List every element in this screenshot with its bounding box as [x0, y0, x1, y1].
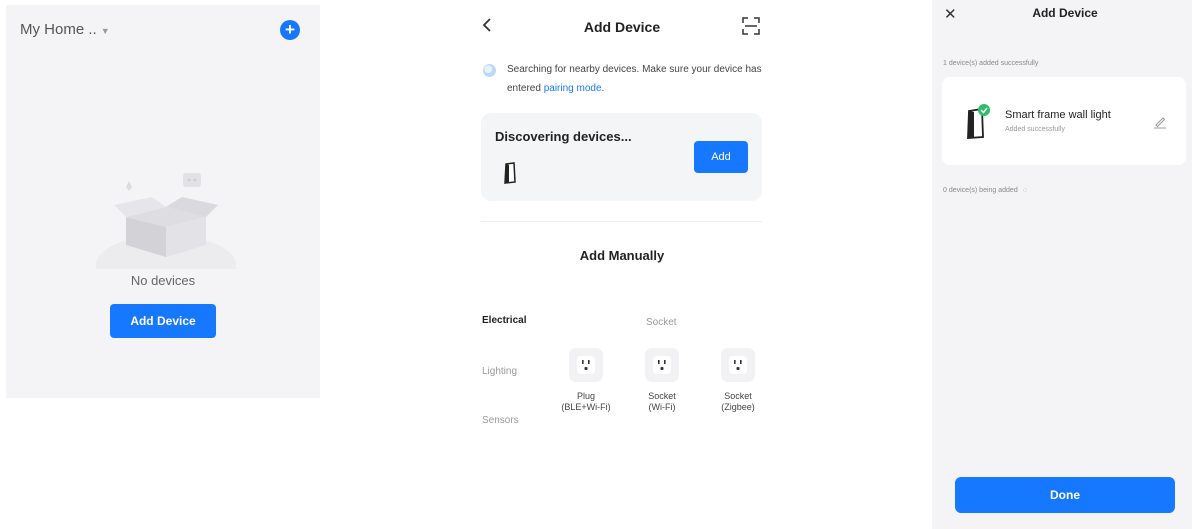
add-plus-button[interactable]: + — [280, 20, 300, 40]
scan-icon[interactable] — [742, 17, 760, 35]
done-button[interactable]: Done — [955, 477, 1175, 513]
socket-icon — [721, 348, 755, 382]
device-tile-socket-wifi[interactable]: Socket (Wi-Fi) — [632, 348, 692, 413]
device-tile-socket-zigbee[interactable]: Socket (Zigbee) — [708, 348, 768, 413]
category-electrical[interactable]: Electrical — [482, 315, 526, 326]
searching-suffix: . — [601, 83, 605, 94]
home-screen: My Home .. ▼ + No devices Add Device — [6, 5, 320, 398]
device-tile-plug[interactable]: Plug (BLE+Wi-Fi) — [556, 348, 616, 413]
added-device-card[interactable]: Smart frame wall light Added successfull… — [942, 77, 1186, 165]
socket-icon — [645, 348, 679, 382]
home-title: My Home .. — [20, 21, 97, 38]
adding-count-row: 0 device(s) being added ⁘ — [943, 186, 1028, 195]
divider — [481, 221, 762, 222]
caret-down-icon: ▼ — [100, 25, 110, 36]
device-tile-name: Socket — [724, 391, 752, 401]
device-status: Added successfully — [1005, 126, 1065, 133]
add-manually-title: Add Manually — [579, 248, 665, 263]
device-tile-sub: (Zigbee) — [721, 402, 755, 412]
page-title: Add Device — [583, 19, 661, 35]
adding-count-label: 0 device(s) being added — [943, 187, 1018, 194]
add-device-screen: Add Device Searching for nearby devices.… — [472, 0, 772, 529]
device-name: Smart frame wall light — [1005, 109, 1111, 121]
add-device-button[interactable]: Add Device — [110, 304, 216, 338]
add-result-screen: ✕ Add Device 1 device(s) added successfu… — [932, 0, 1192, 529]
searching-message: Searching for nearby devices. Make sure … — [507, 60, 762, 98]
discovering-card: Discovering devices... Add — [481, 113, 762, 201]
device-tile-sub: (BLE+Wi-Fi) — [561, 402, 611, 412]
pairing-mode-link[interactable]: pairing mode — [544, 83, 602, 94]
searching-indicator-icon — [483, 64, 496, 77]
device-tile-name: Plug — [576, 391, 595, 401]
wall-light-device-icon — [967, 104, 990, 139]
plug-icon — [569, 348, 603, 382]
page-title: Add Device — [1032, 6, 1098, 20]
category-lighting[interactable]: Lighting — [482, 366, 517, 377]
discovering-title: Discovering devices... — [495, 129, 632, 144]
wall-light-device-icon — [504, 162, 516, 184]
home-selector[interactable]: My Home .. ▼ — [20, 21, 110, 38]
subcategory-heading: Socket — [646, 317, 677, 328]
added-count-label: 1 device(s) added successfully — [943, 60, 1039, 67]
device-tile-sub: (Wi-Fi) — [648, 402, 676, 412]
edit-pencil-icon[interactable] — [1153, 115, 1167, 129]
category-sensors[interactable]: Sensors — [482, 415, 519, 424]
empty-state-text: No devices — [130, 273, 196, 288]
add-discovered-button[interactable]: Add — [694, 141, 748, 173]
loading-spinner-icon: ⁘ — [1021, 186, 1029, 195]
device-tile-name: Socket — [648, 391, 676, 401]
empty-box-illustration — [96, 173, 236, 269]
